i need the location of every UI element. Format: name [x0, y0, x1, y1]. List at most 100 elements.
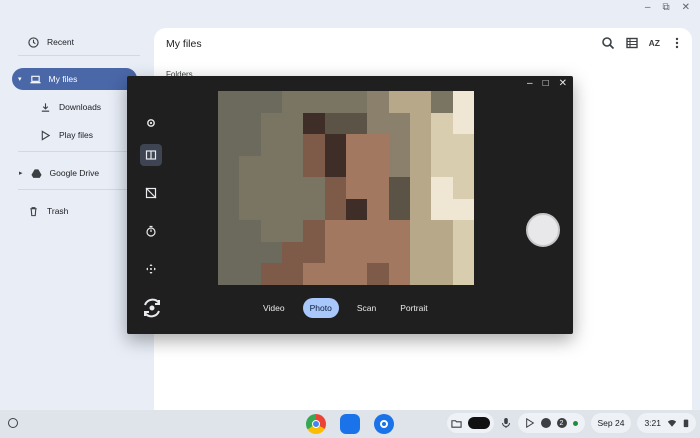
sidebar-item-label: Play files [59, 130, 94, 140]
preview-pixel [239, 155, 261, 178]
notification-dot-icon [540, 418, 551, 428]
preview-pixel [324, 263, 346, 285]
preview-pixel [303, 220, 325, 242]
preview-pixel [282, 91, 304, 113]
preview-pixel [324, 155, 346, 178]
preview-pixel [452, 91, 474, 113]
preview-pixel [367, 241, 389, 264]
preview-pixel [260, 198, 282, 221]
preview-pixel [367, 112, 389, 135]
preview-pixel [431, 263, 453, 285]
folder-icon [450, 419, 462, 428]
camera-minimize-button[interactable]: – [527, 78, 533, 89]
sidebar-item-downloads[interactable]: Downloads [40, 96, 101, 118]
preview-pixel [282, 198, 304, 221]
pinned-apps [306, 414, 394, 434]
preview-pixel [452, 112, 474, 135]
preview-pixel [388, 198, 410, 221]
ptz-button[interactable] [140, 258, 162, 280]
preview-pixel [388, 112, 410, 135]
camera-close-button[interactable]: ✕ [559, 78, 567, 89]
settings-button[interactable] [140, 112, 162, 134]
preview-pixel [303, 155, 325, 178]
sidebar-item-label: Downloads [59, 102, 102, 112]
play-icon [41, 129, 51, 141]
sidebar-item-label: Trash [47, 206, 69, 216]
preview-pixel [239, 241, 261, 264]
preview-pixel [388, 134, 410, 156]
timer-toggle[interactable] [140, 220, 162, 242]
preview-pixel [452, 198, 474, 221]
preview-pixel [282, 134, 304, 156]
sidebar-divider [18, 151, 140, 152]
sidebar-item-my-files[interactable]: ▾ My files [12, 68, 137, 90]
microphone-icon[interactable] [500, 417, 512, 429]
preview-pixel [431, 91, 453, 113]
sidebar-item-trash[interactable]: Trash [28, 200, 68, 222]
preview-pixel [367, 91, 389, 113]
preview-pixel [218, 112, 240, 135]
preview-pixel [239, 177, 261, 199]
date-tray[interactable]: Sep 24 [590, 413, 632, 433]
preview-pixel [303, 198, 325, 221]
preview-pixel [239, 263, 261, 285]
expand-arrow-icon[interactable]: ▾ [18, 75, 22, 83]
switch-camera-icon[interactable] [140, 296, 164, 320]
sort-button[interactable]: AZ [649, 38, 660, 48]
chrome-icon[interactable] [306, 414, 326, 434]
preview-pixel [452, 155, 474, 178]
grid-toggle[interactable] [140, 182, 162, 204]
mode-scan[interactable]: Scan [351, 299, 382, 317]
camera-window-controls: – □ ✕ [527, 78, 567, 89]
camera-preview [218, 91, 474, 285]
status-area: 2 Sep 24 3:21 [446, 413, 696, 433]
shutter-button[interactable] [526, 213, 560, 247]
mode-photo[interactable]: Photo [302, 298, 339, 318]
preview-pixel [346, 134, 368, 156]
system-tray[interactable]: 3:21 [637, 413, 696, 433]
preview-pixel [410, 263, 432, 285]
sidebar-item-google-drive[interactable]: ▸ Google Drive [19, 162, 99, 184]
holding-space-tray[interactable] [446, 413, 494, 433]
preview-pixel [452, 241, 474, 264]
pan-tilt-icon [146, 264, 156, 274]
preview-pixel [260, 263, 282, 285]
preview-pixel [239, 91, 261, 113]
mirror-icon [145, 150, 157, 160]
page-title: My files [166, 38, 202, 50]
camera-app-icon[interactable] [374, 414, 394, 434]
preview-pixel [239, 198, 261, 221]
minimize-button[interactable]: – [645, 2, 651, 13]
files-app-icon[interactable] [340, 414, 360, 434]
download-icon [41, 102, 50, 112]
close-button[interactable]: ✕ [682, 2, 690, 13]
preview-pixel [410, 155, 432, 178]
laptop-icon [29, 75, 41, 83]
launcher-button[interactable] [8, 418, 18, 428]
preview-pixel [324, 91, 346, 113]
sidebar-item-recent[interactable]: Recent [28, 31, 74, 53]
expand-arrow-icon[interactable]: ▸ [19, 169, 23, 177]
preview-pixel [452, 177, 474, 199]
list-view-icon[interactable] [625, 36, 639, 50]
restore-button[interactable]: ⧉ [662, 2, 669, 13]
preview-pixel [260, 155, 282, 178]
preview-pixel [388, 177, 410, 199]
search-icon[interactable] [601, 36, 615, 50]
mode-video[interactable]: Video [257, 299, 291, 317]
notification-tray[interactable]: 2 [517, 413, 585, 433]
more-menu-icon[interactable] [670, 36, 684, 50]
preview-pixel [303, 91, 325, 113]
mode-portrait[interactable]: Portrait [394, 299, 433, 317]
camera-mode-selector: Video Photo Scan Portrait [257, 298, 434, 318]
camera-maximize-button[interactable]: □ [543, 78, 549, 89]
sidebar-item-play-files[interactable]: Play files [40, 124, 93, 146]
toolbar: AZ [601, 36, 684, 50]
shelf: 2 Sep 24 3:21 [0, 410, 700, 438]
clock-time: 3:21 [644, 418, 661, 428]
preview-pixel [282, 241, 304, 264]
mirror-toggle[interactable] [140, 144, 162, 166]
preview-pixel [431, 220, 453, 242]
preview-pixel [410, 134, 432, 156]
preview-pixel [346, 177, 368, 199]
